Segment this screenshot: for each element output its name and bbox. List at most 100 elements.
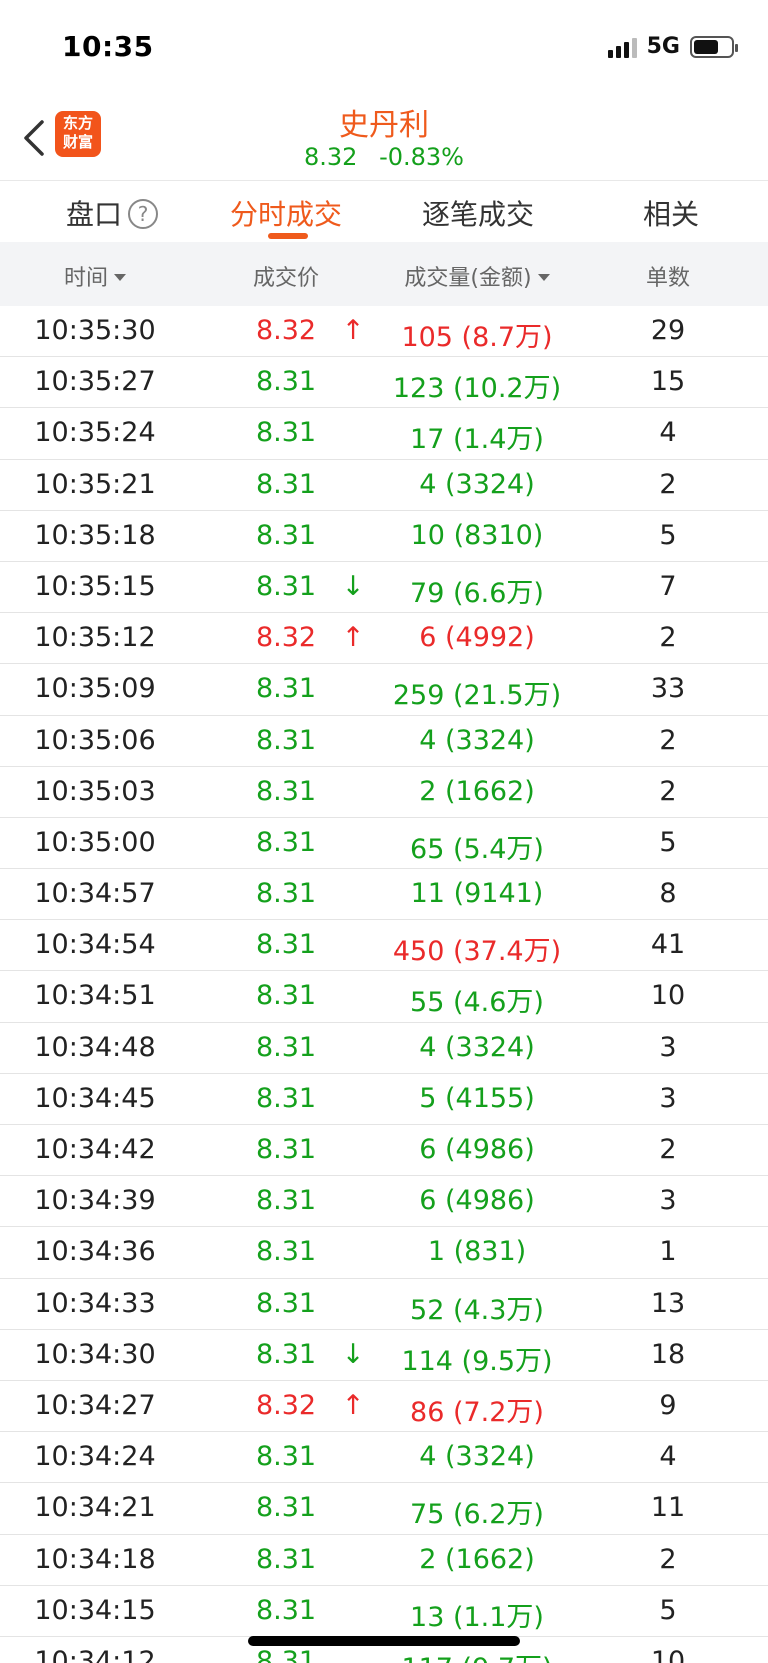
trade-volume: 105 (8.7万) [401,322,553,353]
trade-count: 29 [650,315,686,346]
trade-price: 8.31 [255,468,317,500]
trade-volume: 10 (8310) [410,519,544,551]
trade-price: 8.31 [255,826,317,858]
trade-count: 2 [659,724,677,756]
trade-count: 5 [659,1594,677,1626]
trade-volume: 86 (7.2万) [410,1396,544,1428]
table-row: 10:35:21 8.31 4 (3324) 2 [0,460,768,511]
column-header-time[interactable]: 时间 [15,260,175,292]
trade-volume: 117 (9.7万) [357,1646,597,1663]
trade-volume: 4 (3324) [419,468,535,500]
table-row: 10:34:15 8.31 13 (1.1万) 5 [0,1586,768,1637]
tab-order-book[interactable]: 盘口? [66,193,159,233]
trade-count: 5 [659,519,677,551]
help-icon[interactable]: ? [128,199,159,229]
trade-count: 18 [650,1338,686,1370]
sort-caret-icon [537,274,550,281]
trade-count: 2 [659,468,677,500]
table-row: 10:34:36 8.31 1 (831) 1 [0,1227,768,1279]
trade-time: 10:34:45 [34,1082,156,1114]
trade-price: 8.31 [255,366,317,398]
trade-time: 10:35:21 [34,468,156,500]
trade-time: 10:35:12 [34,622,156,654]
trade-count: 5 [659,826,677,858]
trade-time: 10:34:39 [34,1185,156,1217]
stock-change-pct: -0.83% [379,143,464,171]
trade-time: 10:35:00 [34,826,156,858]
trade-time: 10:35:27 [34,366,156,398]
trade-count: 10 [650,980,686,1012]
sort-caret-icon [114,274,126,281]
trade-price: 8.31 [255,1492,317,1524]
trade-time: 10:34:18 [34,1543,156,1575]
trade-time: 10:34:12 [34,1645,156,1663]
home-indicator[interactable] [248,1636,520,1646]
stock-name: 史丹利 [339,108,429,143]
table-header: 时间 成交价 成交量(金额) 单数 [0,242,768,306]
trade-time: 10:35:06 [34,724,156,756]
trade-volume: 52 (4.3万) [410,1294,544,1326]
trade-count: 11 [650,1492,686,1524]
trade-count: 3 [659,1082,677,1114]
trade-volume: 6 (4986) [419,1134,535,1165]
table-row: 10:35:09 8.31 259 (21.5万) 33 [0,664,768,716]
trade-count: 2 [659,775,677,807]
trade-price: 8.31 [255,1338,317,1370]
trade-time: 10:35:03 [34,775,156,807]
trade-volume: 4 (3324) [419,1441,535,1473]
trade-count: 3 [659,1031,677,1063]
table-row: 10:35:12 8.32 ↑ 6 (4992) 2 [0,613,768,665]
trade-volume: 123 (10.2万) [392,373,562,405]
trade-count: 2 [659,622,677,654]
trade-count: 4 [659,1441,677,1473]
trade-price: 8.31 [255,417,317,449]
app-header: 东方 财富 史丹利 8.32 -0.83% [0,96,768,180]
tab-related[interactable]: 相关 [643,193,699,233]
trade-time: 10:34:42 [34,1134,156,1165]
trade-volume: 5 (4155) [419,1082,535,1114]
tab-bar: 盘口? 分时成交 逐笔成交 相关 [0,180,768,242]
table-row: 10:34:39 8.31 6 (4986) 3 [0,1176,768,1228]
trade-price: 8.31 [255,1082,317,1114]
trade-volume: 4 (3324) [419,1031,535,1063]
cellular-signal-icon [607,36,637,58]
column-header-count: 单数 [645,266,690,291]
trade-count: 9 [659,1389,677,1421]
table-row: 10:35:03 8.31 2 (1662) 2 [0,767,768,818]
trade-price: 8.31 [255,929,317,961]
trade-price: 8.31 [255,1543,317,1575]
column-header-volume[interactable]: 成交量(金额) [357,260,597,292]
trade-volume: 2 (1662) [419,1543,535,1575]
trade-time: 10:34:36 [34,1236,156,1268]
battery-icon [690,35,738,58]
tab-time-trades[interactable]: 分时成交 [230,193,342,233]
table-row: 10:34:48 8.31 4 (3324) 3 [0,1023,768,1074]
trade-count: 7 [659,570,677,602]
trade-price: 8.31 [255,519,317,551]
trade-price: 8.31 [255,1645,317,1663]
table-row: 10:34:30 8.31 ↓ 114 (9.5万) 18 [0,1330,768,1381]
trade-time: 10:35:09 [34,673,156,705]
trade-time: 10:34:15 [34,1594,156,1626]
trade-time: 10:34:48 [34,1031,156,1063]
trade-volume: 6 (4986) [419,1185,535,1217]
table-row: 10:34:21 8.31 75 (6.2万) 11 [0,1483,768,1535]
status-time: 10:35 [62,30,154,63]
trade-price: 8.31 [255,775,317,807]
table-row: 10:35:00 8.31 65 (5.4万) 5 [0,818,768,870]
column-header-volume-label: 成交量(金额) [404,266,532,291]
trade-price: 8.31 [255,724,317,756]
trade-time: 10:34:24 [34,1441,156,1473]
trade-price: 8.31 [255,1031,317,1063]
trade-list[interactable]: 10:35:30 8.32 ↑ 105 (8.7万) 29 10:35:27 8.31 123… [0,306,768,1663]
trade-time: 10:34:33 [34,1287,156,1319]
table-row: 10:34:18 8.31 2 (1662) 2 [0,1535,768,1586]
tab-tick-trades[interactable]: 逐笔成交 [422,193,534,233]
trade-price: 8.31 [255,1594,317,1626]
trade-count: 15 [650,366,686,398]
table-row: 10:35:27 8.31 123 (10.2万) 15 [0,357,768,409]
trade-price: 8.31 [255,1134,317,1165]
tab-order-book-label: 盘口 [66,198,123,231]
table-row: 10:34:42 8.31 6 (4986) 2 [0,1125,768,1177]
table-row: 10:35:30 8.32 ↑ 105 (8.7万) 29 [0,306,768,358]
